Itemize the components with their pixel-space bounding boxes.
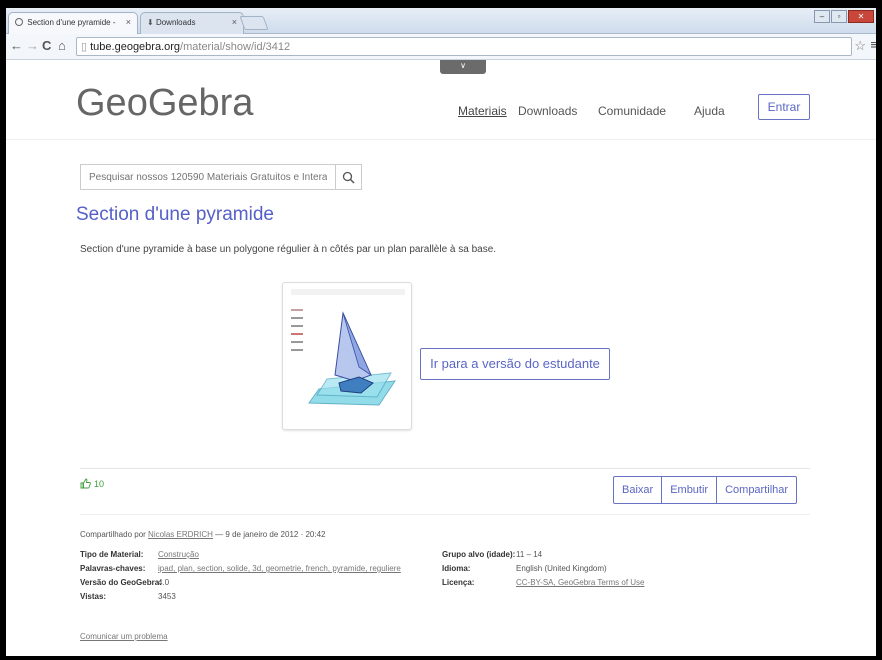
url-host: tube.geogebra.org — [90, 41, 181, 53]
share-button[interactable]: Compartilhar — [716, 476, 798, 504]
detail-label: Idioma: — [442, 564, 471, 573]
tab-title: Section d'une pyramide - — [27, 18, 116, 27]
new-tab-button[interactable] — [239, 16, 269, 30]
home-icon[interactable]: ⌂ — [58, 38, 66, 53]
detail-row: Licença: CC-BY-SA, GeoGebra Terms of Use — [442, 576, 645, 590]
close-tab-icon[interactable]: × — [232, 17, 237, 27]
address-bar[interactable]: ▯ tube.geogebra.org/material/show/id/341… — [76, 37, 852, 56]
close-window-icon[interactable]: ✕ — [848, 10, 874, 23]
detail-row: Palavras-chaves: ipad, plan, section, sol… — [80, 562, 401, 576]
reload-icon[interactable]: C — [42, 38, 51, 53]
menu-icon[interactable]: ≡ — [870, 37, 876, 52]
detail-label: Versão do GeoGebra: — [80, 578, 162, 587]
detail-value: 3453 — [158, 592, 176, 601]
browser-toolbar: ← → C ⌂ ▯ tube.geogebra.org/material/sho… — [6, 34, 876, 60]
download-button[interactable]: Baixar — [613, 476, 663, 504]
material-description: Section d'une pyramide à base un polygon… — [80, 244, 497, 255]
nav-comunidade[interactable]: Comunidade — [598, 104, 666, 118]
embed-button[interactable]: Embutir — [661, 476, 718, 504]
detail-value[interactable]: ipad, plan, section, solide, 3d, geometr… — [158, 564, 401, 573]
student-version-button[interactable]: Ir para a versão do estudante — [420, 348, 610, 380]
back-icon[interactable]: ← — [10, 38, 23, 53]
detail-label: Palavras-chaves: — [80, 564, 146, 573]
details-right-column: Grupo alvo (idade):11 – 14 Idioma: Englis… — [442, 548, 645, 590]
search-button[interactable] — [335, 165, 361, 189]
detail-row: Grupo alvo (idade):11 – 14 — [442, 548, 645, 562]
tab-strip: Section d'une pyramide - × ⬇ Downloads ×… — [6, 8, 876, 34]
detail-value: 4.0 — [158, 578, 170, 587]
minimize-icon[interactable]: – — [814, 10, 830, 23]
detail-value[interactable]: Construção — [158, 550, 199, 559]
detail-value[interactable]: CC-BY-SA, GeoGebra Terms of Use — [516, 578, 645, 587]
detail-row: Tipo de Material: Construção — [80, 548, 401, 562]
shared-by-line: Compartilhado por Nicolas ERDRICH — 9 de… — [80, 530, 325, 539]
tab-downloads[interactable]: ⬇ Downloads × — [140, 12, 244, 34]
divider — [80, 514, 810, 515]
detail-row: Idioma: English (United Kingdom) — [442, 562, 645, 576]
thumbs-up-icon — [80, 478, 91, 489]
detail-value: English (United Kingdom) — [516, 564, 607, 573]
shared-date: — 9 de janeiro de 2012 · 20:42 — [212, 530, 326, 539]
window-controls: – ▫ ✕ — [814, 10, 874, 23]
like-button[interactable]: 10 — [80, 478, 104, 489]
site-header: GeoGebra ∨ Materiais Downloads Comunidad… — [6, 60, 876, 140]
detail-label: Tipo de Material: — [80, 550, 144, 559]
close-tab-icon[interactable]: × — [126, 17, 131, 27]
material-preview-thumbnail[interactable] — [282, 282, 412, 430]
author-link[interactable]: Nicolas ERDRICH — [148, 530, 213, 539]
nav-ajuda[interactable]: Ajuda — [694, 104, 725, 118]
geogebra-favicon-icon — [15, 18, 23, 26]
material-actions: Baixar Embutir Compartilhar — [613, 476, 798, 504]
report-problem-link[interactable]: Comunicar um problema — [80, 632, 168, 641]
page-content: GeoGebra ∨ Materiais Downloads Comunidad… — [6, 60, 876, 656]
url-path: /material/show/id/3412 — [180, 41, 291, 53]
nav-materiais[interactable]: Materiais — [458, 104, 507, 118]
detail-value: 11 – 14 — [516, 550, 543, 559]
shared-prefix: Compartilhado por — [80, 530, 146, 539]
search-input[interactable] — [81, 165, 335, 189]
browser-window: Section d'une pyramide - × ⬇ Downloads ×… — [6, 8, 876, 656]
geogebra-logo[interactable]: GeoGebra — [76, 82, 253, 125]
login-button[interactable]: Entrar — [758, 94, 810, 120]
detail-label: Grupo alvo (idade): — [442, 550, 516, 559]
divider — [80, 468, 810, 469]
detail-row: Vistas: 3453 — [80, 590, 401, 604]
detail-label: Licença: — [442, 578, 475, 587]
tab-title: Downloads — [155, 18, 196, 27]
search-box — [80, 164, 362, 190]
page-icon: ▯ — [81, 41, 88, 53]
search-icon — [342, 171, 355, 184]
maximize-icon[interactable]: ▫ — [831, 10, 847, 23]
forward-icon[interactable]: → — [26, 38, 39, 53]
pyramid-preview-image — [291, 289, 405, 406]
details-left-column: Tipo de Material: Construção Palavras-cha… — [80, 548, 401, 604]
tab-section-pyramide[interactable]: Section d'une pyramide - × — [8, 12, 138, 34]
download-icon: ⬇ — [147, 18, 154, 27]
header-dropdown-tab[interactable]: ∨ — [440, 60, 486, 74]
material-title: Section d'une pyramide — [76, 204, 274, 225]
detail-label: Vistas: — [80, 592, 107, 601]
bookmark-star-icon[interactable]: ☆ — [854, 38, 866, 54]
detail-row: Versão do GeoGebra:4.0 — [80, 576, 401, 590]
nav-downloads[interactable]: Downloads — [518, 104, 577, 118]
like-count: 10 — [94, 478, 105, 489]
